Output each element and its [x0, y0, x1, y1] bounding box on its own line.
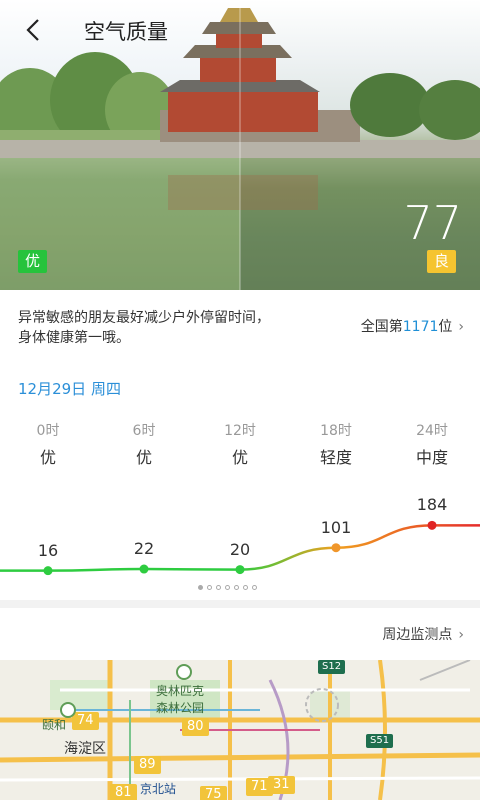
slot-level: 轻度: [319, 448, 352, 467]
chevron-right-icon: ›: [458, 319, 464, 335]
chevron-right-icon: ›: [458, 627, 464, 643]
forecast-slot-2: 12时 优: [210, 420, 270, 468]
aqi-value: 77: [403, 196, 462, 250]
rank-number: 1171: [402, 319, 439, 335]
map-label-station: 京北站: [140, 782, 177, 796]
forecast-slot-3: 18时 轻度: [306, 420, 366, 468]
map-route-sign: 81: [110, 784, 137, 800]
forecast-date: 12月29日 周四: [18, 380, 121, 398]
advice-line-1: 异常敏感的朋友最好减少户外停留时间，: [18, 310, 270, 326]
park-pin-icon: [176, 664, 192, 680]
park-line-1: 奥林匹克: [156, 684, 205, 698]
aqi-data-point: [331, 543, 341, 553]
health-advice: 异常敏感的朋友最好减少户外停留时间， 身体健康第一哦。: [18, 308, 308, 348]
aqi-data-point: [235, 565, 245, 575]
heyuan-pin-icon: [60, 702, 76, 718]
forecast-slot-1: 6时 优: [114, 420, 174, 468]
aqi-data-point: [139, 564, 149, 574]
page-dot[interactable]: [234, 585, 239, 590]
back-button[interactable]: [18, 14, 50, 46]
national-rank-link[interactable]: 全国第1171位 ›: [361, 316, 464, 336]
map-route-sign: 89: [134, 756, 161, 774]
chevron-left-icon: [26, 19, 39, 41]
slot-level: 优: [135, 448, 152, 467]
map-shield: S51: [366, 734, 394, 748]
nearby-label: 周边监测点: [382, 627, 453, 643]
aqi-data-point: [427, 520, 437, 530]
aqi-data-label: 16: [37, 540, 59, 560]
park-line-2: 森林公园: [156, 701, 205, 715]
slot-level: 优: [39, 448, 56, 467]
map-route-sign: 75: [200, 786, 227, 800]
slot-level: 中度: [415, 448, 448, 467]
hero-image: 空气质量 77 优 良: [0, 0, 480, 290]
forecast-slot-0: 0时 优: [18, 420, 78, 468]
map-roads: [0, 660, 480, 800]
aqi-data-label: 22: [133, 539, 155, 559]
nearby-stations-link[interactable]: 周边监测点 ›: [382, 624, 464, 644]
page-dot[interactable]: [207, 585, 212, 590]
aqi-data-label: 101: [320, 517, 352, 537]
map-route-sign: 31: [268, 776, 295, 794]
section-divider: [0, 600, 480, 608]
slot-level: 优: [231, 448, 248, 467]
slot-time: 18时: [320, 423, 352, 439]
advice-line-2: 身体健康第一哦。: [18, 330, 130, 346]
aqi-data-label: 184: [416, 495, 448, 515]
page-dot[interactable]: [216, 585, 221, 590]
aqi-data-point: [43, 566, 53, 576]
map-label-district: 海淀区: [64, 741, 106, 757]
map-route-sign: 80: [182, 718, 209, 736]
page-indicator[interactable]: [198, 585, 288, 593]
aqi-data-label: 20: [229, 539, 251, 559]
slot-time: 24时: [416, 423, 448, 439]
rank-prefix: 全国第: [360, 319, 403, 335]
page-dot[interactable]: [198, 585, 203, 590]
rank-suffix: 位: [438, 319, 453, 335]
slot-time: 6时: [132, 423, 156, 439]
slot-time: 0时: [36, 423, 60, 439]
forecast-slot-4: 24时 中度: [402, 420, 462, 468]
slot-time: 12时: [224, 423, 256, 439]
level-badge-good: 优: [18, 250, 48, 273]
map-label-park: 奥林匹克 森林公园: [156, 682, 204, 716]
page-dot[interactable]: [225, 585, 230, 590]
map-shield: S12: [318, 660, 346, 674]
page-dot[interactable]: [243, 585, 248, 590]
page-dot[interactable]: [252, 585, 257, 590]
station-map[interactable]: 海淀区 奥林匹克 森林公园 颐和 京北站 74 80 89 81 75 71 3…: [0, 660, 480, 800]
level-badge-moderate: 良: [426, 250, 456, 273]
page-title: 空气质量: [84, 20, 168, 44]
